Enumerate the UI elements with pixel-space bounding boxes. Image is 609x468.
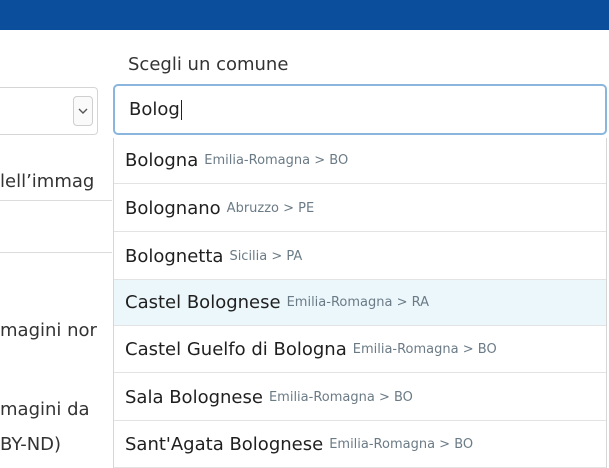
- suggestion-region: Abruzzo > PE: [226, 201, 315, 216]
- suggestion-region: Sicilia > PA: [229, 249, 303, 264]
- suggestion-region: Emilia-Romagna > BO: [268, 390, 413, 405]
- category-select[interactable]: [0, 87, 98, 135]
- suggestion-region: Emilia-Romagna > RA: [286, 295, 429, 310]
- suggestion-city: Castel Bolognese: [125, 292, 281, 313]
- suggestion-item[interactable]: Bologna Emilia-Romagna > BO: [114, 138, 606, 184]
- suggestion-item[interactable]: Castel Guelfo di Bologna Emilia-Romagna …: [114, 327, 606, 373]
- left-option-text: magini nor: [0, 320, 97, 341]
- comune-search-input[interactable]: Bolog: [113, 84, 607, 135]
- suggestion-item[interactable]: Bolognetta Sicilia > PA: [114, 234, 606, 280]
- text-cursor: [180, 99, 182, 120]
- left-option-text: magini da: [0, 399, 90, 420]
- chevron-down-icon: [78, 108, 88, 114]
- suggestion-item[interactable]: Sala Bolognese Emilia-Romagna > BO: [114, 375, 606, 421]
- suggestion-item-highlighted[interactable]: Castel Bolognese Emilia-Romagna > RA: [114, 280, 606, 326]
- suggestion-city: Sala Bolognese: [125, 387, 263, 408]
- suggestion-item[interactable]: Sant'Agata Bolognese Emilia-Romagna > BO: [114, 422, 606, 468]
- left-divider: [0, 200, 112, 201]
- select-toggle-button[interactable]: [73, 96, 93, 126]
- comune-input-value: Bolog: [129, 99, 180, 120]
- suggestion-city: Bolognetta: [125, 246, 224, 267]
- suggestion-city: Sant'Agata Bolognese: [125, 434, 324, 455]
- suggestion-city: Bologna: [125, 150, 199, 171]
- suggestion-region: Emilia-Romagna > BO: [329, 437, 474, 452]
- left-divider: [0, 252, 112, 253]
- left-label-image: lell’immag: [0, 171, 95, 192]
- suggestion-region: Emilia-Romagna > BO: [204, 153, 349, 168]
- comune-suggestions-list: Bologna Emilia-Romagna > BO Bolognano Ab…: [113, 138, 607, 468]
- top-header-bar: [0, 0, 609, 30]
- comune-label: Scegli un comune: [128, 54, 289, 75]
- suggestion-region: Emilia-Romagna > BO: [352, 342, 497, 357]
- suggestion-city: Bolognano: [125, 198, 221, 219]
- suggestion-city: Castel Guelfo di Bologna: [125, 339, 347, 360]
- left-option-text: BY-ND): [0, 434, 62, 455]
- suggestion-item[interactable]: Bolognano Abruzzo > PE: [114, 186, 606, 232]
